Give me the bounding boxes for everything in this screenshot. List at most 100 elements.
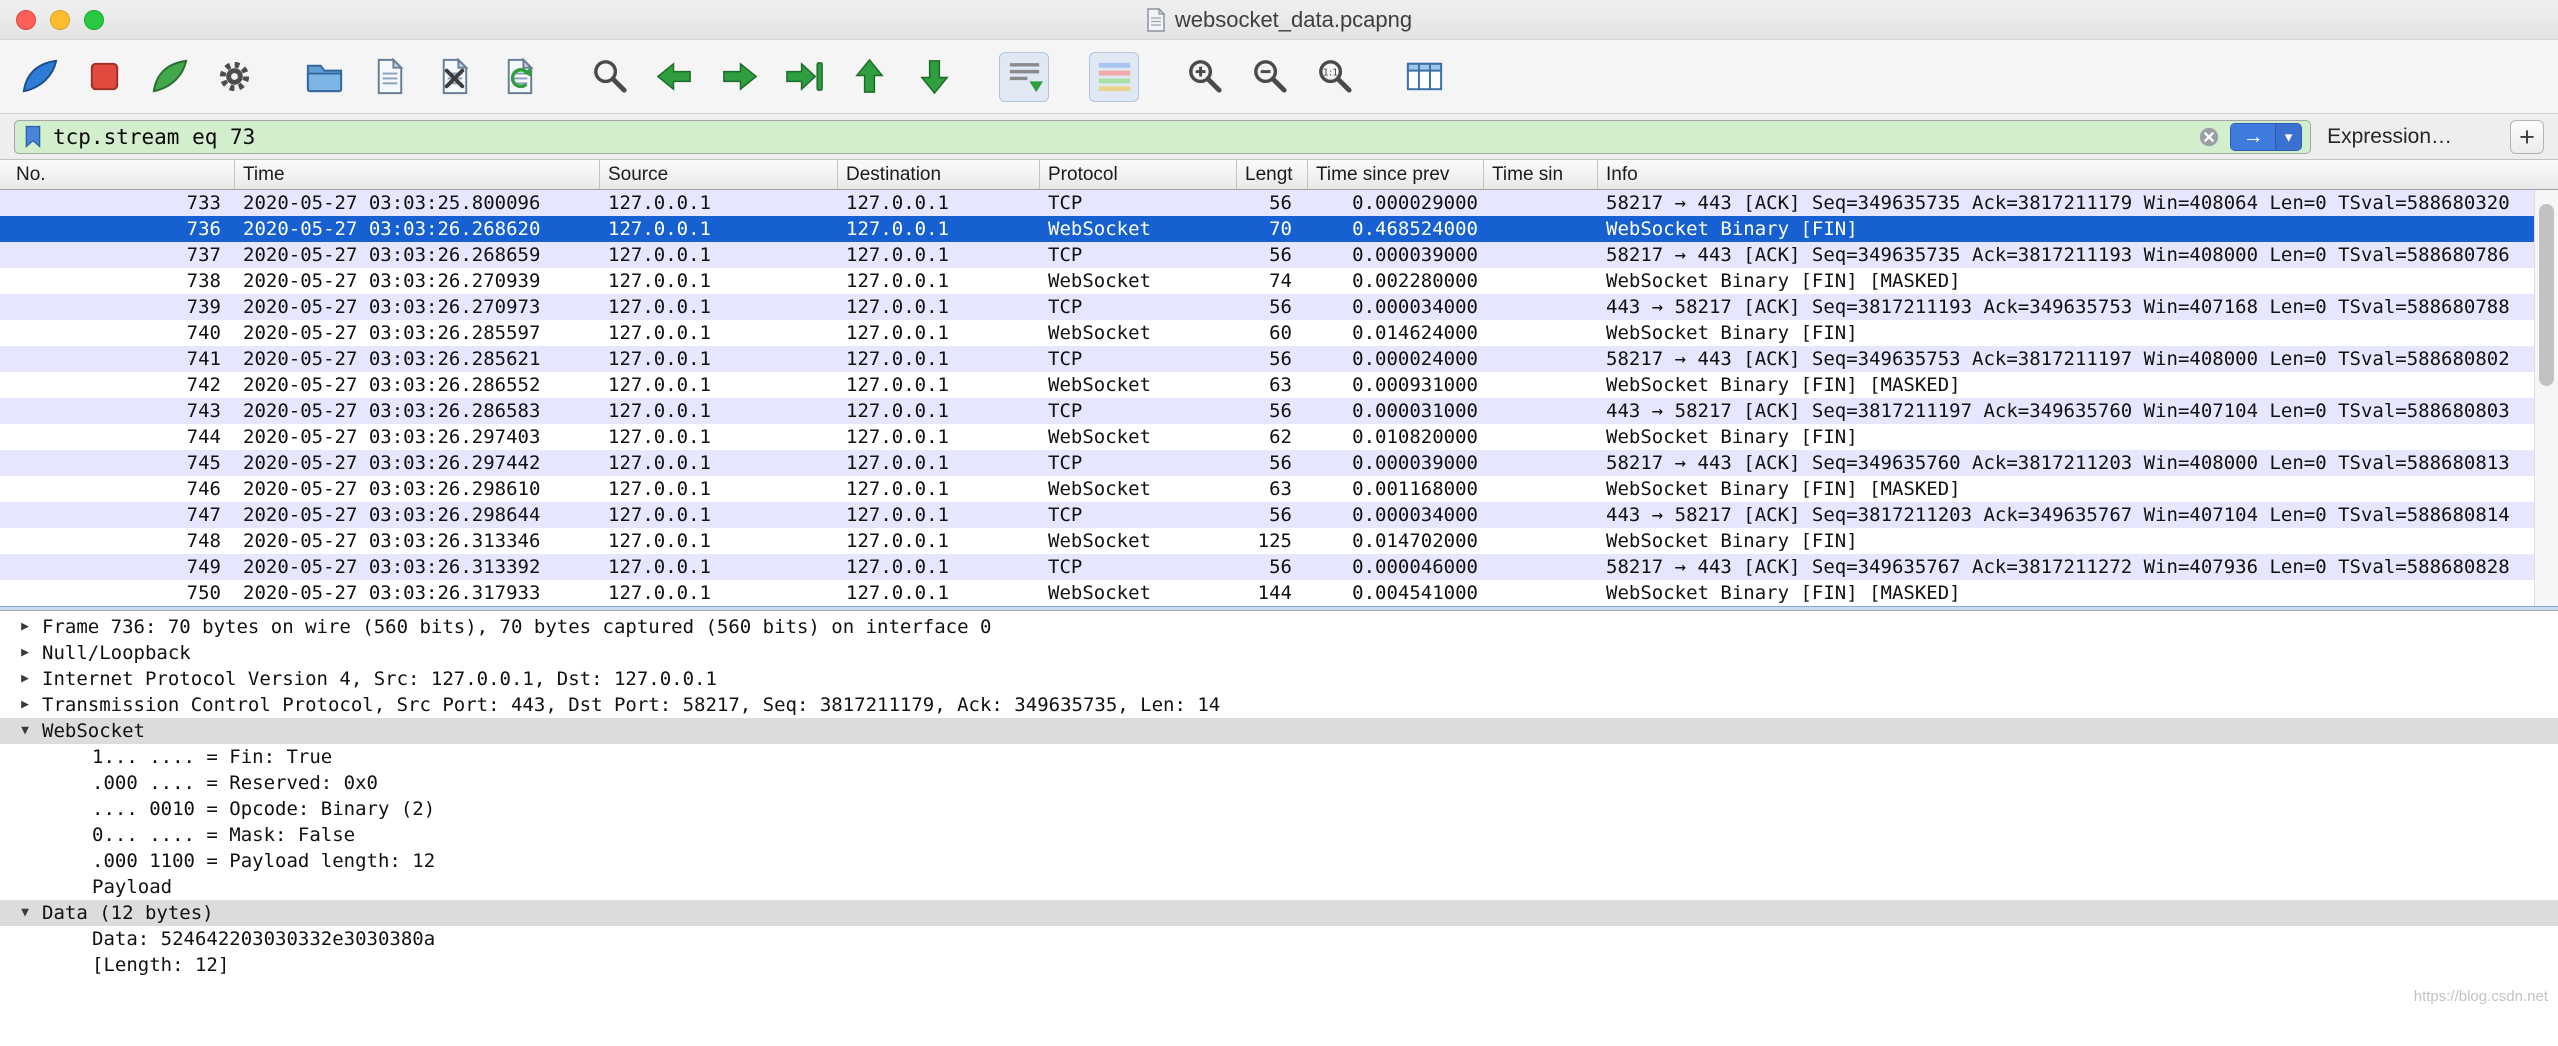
packet-row-743[interactable]: 743 2020-05-27 03:03:26.286583 127.0.0.1 12…	[0, 398, 2534, 424]
auto-scroll-button[interactable]	[999, 51, 1049, 102]
toolbar-group	[584, 52, 959, 102]
reload-file-button[interactable]	[494, 52, 544, 102]
detail-row[interactable]: [Length: 12]	[0, 952, 2558, 978]
detail-row[interactable]: .000 1100 = Payload length: 12	[0, 848, 2558, 874]
packet-row-750[interactable]: 750 2020-05-27 03:03:26.317933 127.0.0.1 12…	[0, 580, 2534, 606]
packet-row-744[interactable]: 744 2020-05-27 03:03:26.297403 127.0.0.1 12…	[0, 424, 2534, 450]
detail-row[interactable]: .... 0010 = Opcode: Binary (2)	[0, 796, 2558, 822]
scrollbar-thumb[interactable]	[2539, 204, 2554, 386]
packet-row-739[interactable]: 739 2020-05-27 03:03:26.270973 127.0.0.1 12…	[0, 294, 2534, 320]
packet-row-749[interactable]: 749 2020-05-27 03:03:26.313392 127.0.0.1 12…	[0, 554, 2534, 580]
goto-packet-icon	[785, 62, 823, 91]
cell-2: 127.0.0.1	[608, 270, 711, 292]
cell-3: 127.0.0.1	[846, 452, 949, 474]
display-filter-field[interactable]: → ▾	[14, 119, 2312, 154]
open-file-button[interactable]	[299, 52, 349, 102]
close-file-button[interactable]	[429, 52, 479, 102]
resize-columns-button[interactable]	[1399, 52, 1449, 102]
next-packet-button[interactable]	[714, 52, 764, 102]
packet-row-746[interactable]: 746 2020-05-27 03:03:26.298610 127.0.0.1 12…	[0, 476, 2534, 502]
zoom-in-button[interactable]	[1179, 52, 1229, 102]
column-header-time[interactable]: Time	[235, 160, 600, 189]
cell-4: WebSocket	[1048, 322, 1151, 344]
save-file-button[interactable]	[364, 52, 414, 102]
start-capture-icon	[22, 59, 57, 93]
column-header-time-since-prev[interactable]: Time since prev	[1308, 160, 1484, 189]
stop-capture-button[interactable]	[79, 52, 129, 102]
packet-row-740[interactable]: 740 2020-05-27 03:03:26.285597 127.0.0.1 12…	[0, 320, 2534, 346]
filter-history-caret-icon[interactable]: ▾	[2275, 123, 2302, 150]
last-packet-button[interactable]	[909, 52, 959, 102]
zoom-out-button[interactable]	[1244, 52, 1294, 102]
detail-row[interactable]: ▶ Frame 736: 70 bytes on wire (560 bits),…	[0, 614, 2558, 640]
detail-row[interactable]: 1... .... = Fin: True	[0, 744, 2558, 770]
detail-row[interactable]: Data: 524642203030332e3030380a	[0, 926, 2558, 952]
packet-row-745[interactable]: 745 2020-05-27 03:03:26.297442 127.0.0.1 12…	[0, 450, 2534, 476]
packet-row-748[interactable]: 748 2020-05-27 03:03:26.313346 127.0.0.1 12…	[0, 528, 2534, 554]
column-header-lengt[interactable]: Lengt	[1237, 160, 1308, 189]
detail-row[interactable]: ▶ Internet Protocol Version 4, Src: 127.0…	[0, 666, 2558, 692]
detail-row[interactable]: ▼ WebSocket	[0, 718, 2558, 744]
add-filter-button[interactable]: +	[2510, 119, 2544, 154]
cell-8: 443 → 58217 [ACK] Seq=3817211203 Ack=349…	[1606, 504, 2510, 526]
packet-row-738[interactable]: 738 2020-05-27 03:03:26.270939 127.0.0.1 12…	[0, 268, 2534, 294]
apply-arrow-icon[interactable]: →	[2231, 123, 2276, 150]
detail-row[interactable]: ▶ Transmission Control Protocol, Src Port…	[0, 692, 2558, 718]
cell-3: 127.0.0.1	[846, 270, 949, 292]
detail-row[interactable]: ▼ Data (12 bytes)	[0, 900, 2558, 926]
cell-8: 58217 → 443 [ACK] Seq=349635760 Ack=3817…	[1606, 452, 2510, 474]
cell-1: 2020-05-27 03:03:26.270939	[243, 270, 541, 292]
packet-row-733[interactable]: 733 2020-05-27 03:03:25.800096 127.0.0.1 12…	[0, 190, 2534, 216]
scrollbar-track[interactable]	[2534, 190, 2558, 606]
detail-text: .000 1100 = Payload length: 12	[92, 850, 436, 872]
expander-closed-icon[interactable]: ▶	[8, 614, 42, 640]
packet-row-742[interactable]: 742 2020-05-27 03:03:26.286552 127.0.0.1 12…	[0, 372, 2534, 398]
cell-4: TCP	[1048, 244, 1083, 266]
close-file-icon	[442, 57, 469, 95]
goto-packet-button[interactable]	[779, 52, 829, 102]
previous-packet-button[interactable]	[649, 52, 699, 102]
capture-options-button[interactable]	[209, 52, 259, 102]
expander-closed-icon[interactable]: ▶	[8, 666, 42, 692]
expander-open-icon[interactable]: ▼	[8, 718, 42, 744]
expander-open-icon[interactable]: ▼	[8, 900, 42, 926]
cell-7	[1484, 398, 1598, 424]
detail-row[interactable]: .000 .... = Reserved: 0x0	[0, 770, 2558, 796]
cell-0: 747	[186, 504, 221, 526]
packet-row-736[interactable]: 736 2020-05-27 03:03:26.268620 127.0.0.1 12…	[0, 216, 2534, 242]
packet-row-747[interactable]: 747 2020-05-27 03:03:26.298644 127.0.0.1 12…	[0, 502, 2534, 528]
expander-closed-icon[interactable]: ▶	[8, 640, 42, 666]
first-packet-button[interactable]	[844, 52, 894, 102]
column-header-source[interactable]: Source	[600, 160, 838, 189]
bookmark-icon[interactable]	[23, 124, 43, 149]
cell-6: 0.014702000	[1352, 530, 1478, 552]
cell-8: WebSocket Binary [FIN] [MASKED]	[1606, 582, 1961, 604]
detail-row[interactable]: 0... .... = Mask: False	[0, 822, 2558, 848]
cell-8: 443 → 58217 [ACK] Seq=3817211197 Ack=349…	[1606, 400, 2510, 422]
colorize-button[interactable]	[1089, 51, 1139, 102]
column-header-info[interactable]: Info	[1598, 160, 2558, 189]
column-header-time-sin[interactable]: Time sin	[1484, 160, 1598, 189]
detail-row[interactable]: ▶ Null/Loopback	[0, 640, 2558, 666]
start-capture-button[interactable]	[14, 52, 64, 102]
cell-1: 2020-05-27 03:03:26.313392	[243, 556, 541, 578]
packet-row-737[interactable]: 737 2020-05-27 03:03:26.268659 127.0.0.1 12…	[0, 242, 2534, 268]
cell-4: WebSocket	[1048, 582, 1151, 604]
expression-button[interactable]: Expression…	[2327, 125, 2452, 149]
restart-capture-button[interactable]	[144, 52, 194, 102]
zoom-normal-button[interactable]: 1:1	[1309, 52, 1359, 102]
column-header-no[interactable]: No.	[0, 160, 235, 189]
clear-filter-icon[interactable]	[2198, 126, 2220, 148]
expander-closed-icon[interactable]: ▶	[8, 692, 42, 718]
find-packet-button[interactable]	[584, 52, 634, 102]
column-header-protocol[interactable]: Protocol	[1040, 160, 1237, 189]
apply-filter-button[interactable]: → ▾	[2230, 122, 2303, 151]
detail-row[interactable]: Payload	[0, 874, 2558, 900]
cell-6: 0.468524000	[1352, 218, 1478, 240]
column-header-destination[interactable]: Destination	[838, 160, 1040, 189]
packet-row-741[interactable]: 741 2020-05-27 03:03:26.285621 127.0.0.1 12…	[0, 346, 2534, 372]
toolbar-group	[14, 52, 259, 102]
detail-text: .000 .... = Reserved: 0x0	[92, 772, 378, 794]
cell-1: 2020-05-27 03:03:26.298610	[243, 478, 541, 500]
display-filter-input[interactable]	[53, 120, 2189, 153]
